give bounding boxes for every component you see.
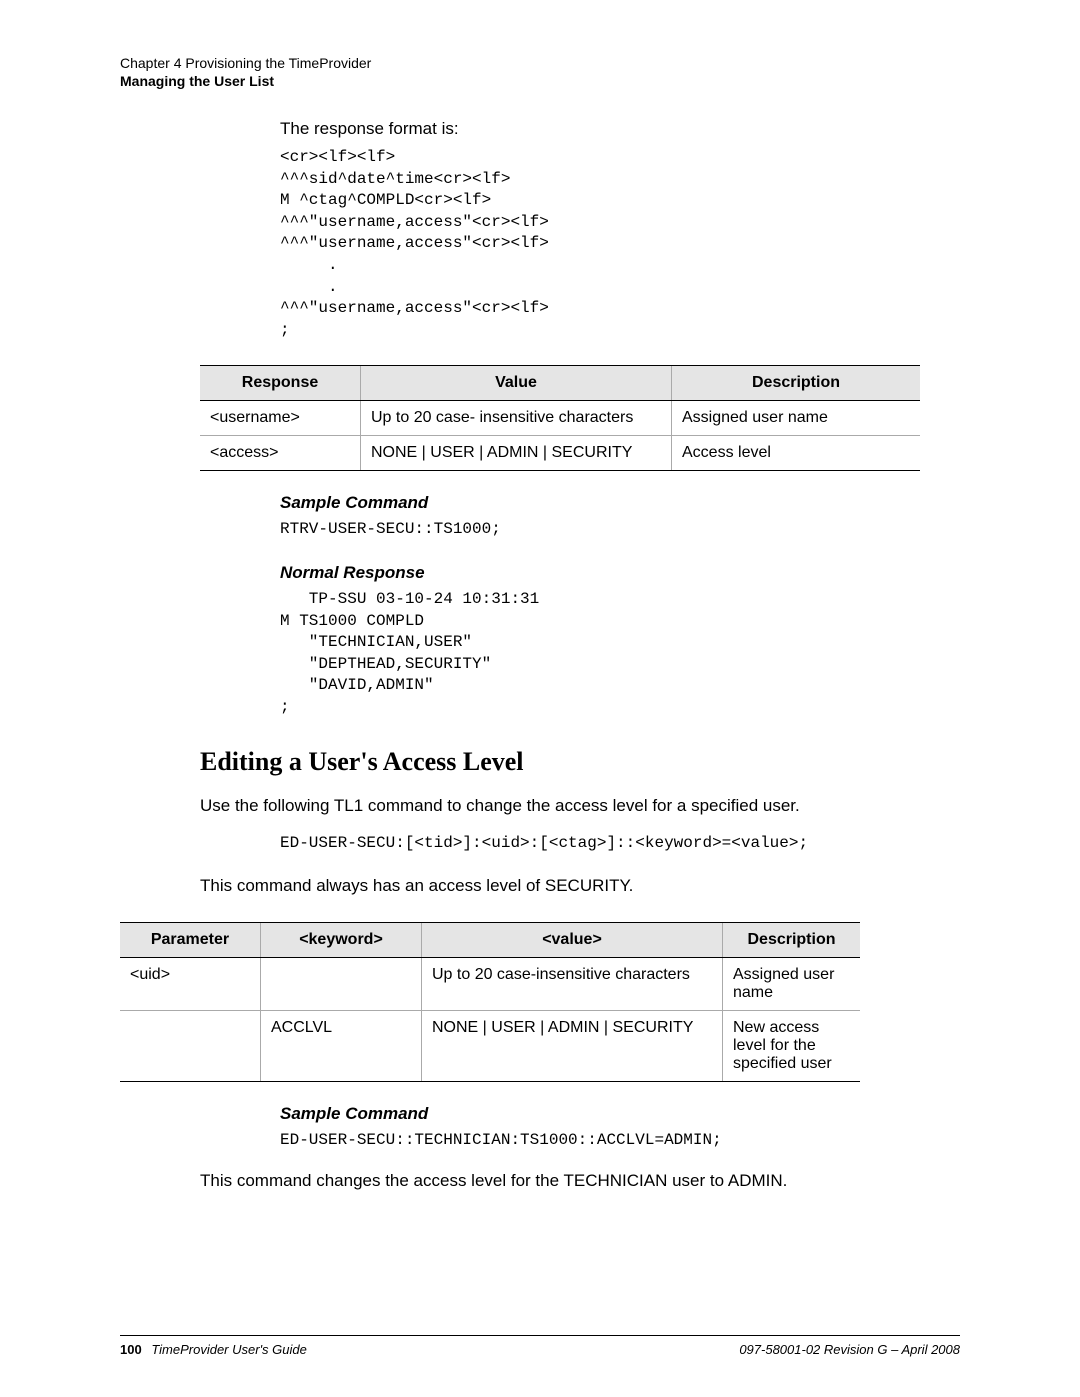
response-format-code: <cr><lf><lf> ^^^sid^date^time<cr><lf> M … — [280, 147, 960, 341]
response-format-label: The response format is: — [280, 119, 960, 139]
th-value: Value — [361, 366, 672, 401]
th-description: Description — [723, 922, 861, 957]
section-header: Managing the User List — [120, 73, 960, 89]
td: ACCLVL — [261, 1010, 422, 1081]
sample-command-code: RTRV-USER-SECU::TS1000; — [280, 519, 960, 541]
body-paragraph: This command always has an access level … — [200, 875, 960, 898]
sample-command-heading: Sample Command — [280, 1104, 960, 1124]
td: Access level — [672, 436, 921, 471]
sample-command-heading: Sample Command — [280, 493, 960, 513]
table-row: <access> NONE | USER | ADMIN | SECURITY … — [200, 436, 920, 471]
footer-right: 097-58001-02 Revision G – April 2008 — [739, 1342, 960, 1357]
table-header-row: Response Value Description — [200, 366, 920, 401]
footer-left: 100 TimeProvider User's Guide — [120, 1342, 307, 1357]
sample-command-block-1: Sample Command RTRV-USER-SECU::TS1000; N… — [280, 493, 960, 718]
td: NONE | USER | ADMIN | SECURITY — [422, 1010, 723, 1081]
td: Assigned user name — [723, 957, 861, 1010]
sample-command-code: ED-USER-SECU::TECHNICIAN:TS1000::ACCLVL=… — [280, 1130, 960, 1152]
th-parameter: Parameter — [120, 922, 261, 957]
table-row: ACCLVL NONE | USER | ADMIN | SECURITY Ne… — [120, 1010, 860, 1081]
body-paragraph: This command changes the access level fo… — [200, 1170, 960, 1193]
td: Up to 20 case- insensitive characters — [361, 401, 672, 436]
th-description: Description — [672, 366, 921, 401]
sample-command-block-2: Sample Command ED-USER-SECU::TECHNICIAN:… — [280, 1104, 960, 1152]
document-page: Chapter 4 Provisioning the TimeProvider … — [0, 0, 1080, 1397]
td: Up to 20 case-insensitive characters — [422, 957, 723, 1010]
normal-response-code: TP-SSU 03-10-24 10:31:31 M TS1000 COMPLD… — [280, 589, 960, 719]
th-response: Response — [200, 366, 361, 401]
table-row: <username> Up to 20 case- insensitive ch… — [200, 401, 920, 436]
page-footer: 100 TimeProvider User's Guide 097-58001-… — [120, 1335, 960, 1357]
td: <username> — [200, 401, 361, 436]
chapter-header: Chapter 4 Provisioning the TimeProvider — [120, 55, 960, 71]
th-value: <value> — [422, 922, 723, 957]
command-syntax-code: ED-USER-SECU:[<tid>]:<uid>:[<ctag>]::<ke… — [280, 833, 960, 855]
td — [120, 1010, 261, 1081]
td: Assigned user name — [672, 401, 921, 436]
normal-response-heading: Normal Response — [280, 563, 960, 583]
td — [261, 957, 422, 1010]
body-paragraph: Use the following TL1 command to change … — [200, 795, 960, 818]
table-row: <uid> Up to 20 case-insensitive characte… — [120, 957, 860, 1010]
page-number: 100 — [120, 1342, 142, 1357]
parameter-table: Parameter <keyword> <value> Description … — [120, 922, 860, 1082]
response-format-block: The response format is: <cr><lf><lf> ^^^… — [280, 119, 960, 341]
td: NONE | USER | ADMIN | SECURITY — [361, 436, 672, 471]
response-table: Response Value Description <username> Up… — [200, 365, 920, 471]
section-title: Editing a User's Access Level — [200, 747, 960, 777]
td: <access> — [200, 436, 361, 471]
footer-guide: TimeProvider User's Guide — [151, 1342, 307, 1357]
td: New access level for the specified user — [723, 1010, 861, 1081]
table-header-row: Parameter <keyword> <value> Description — [120, 922, 860, 957]
th-keyword: <keyword> — [261, 922, 422, 957]
td: <uid> — [120, 957, 261, 1010]
command-syntax-block: ED-USER-SECU:[<tid>]:<uid>:[<ctag>]::<ke… — [280, 833, 960, 855]
